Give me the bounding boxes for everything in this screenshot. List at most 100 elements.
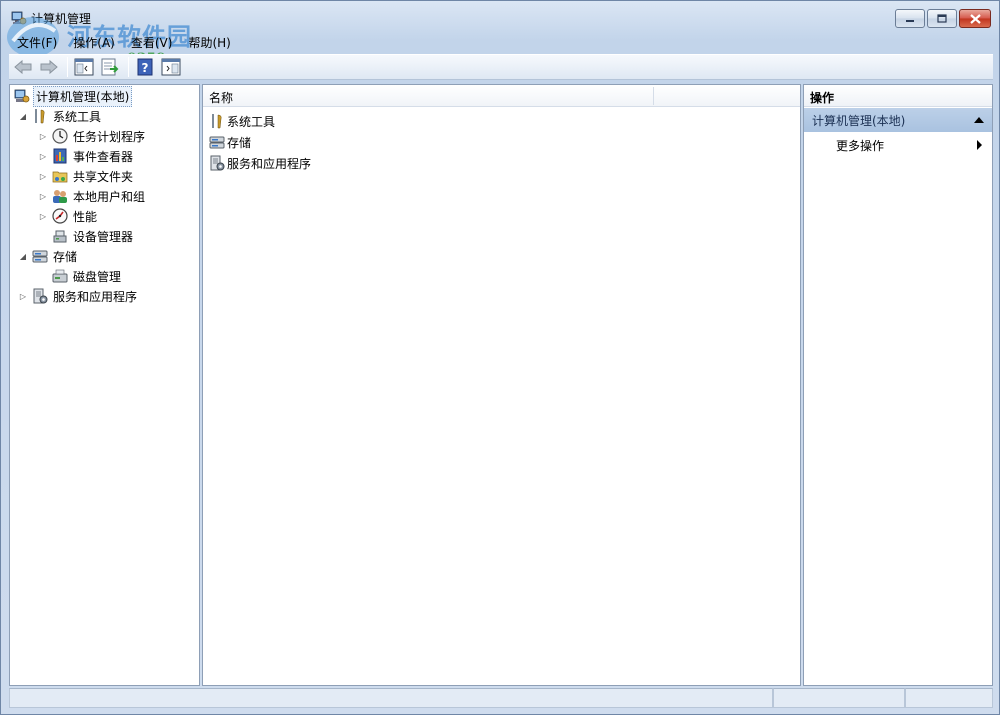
show-hide-console-tree-button[interactable] bbox=[72, 56, 96, 78]
menu-action[interactable]: 操作(A) bbox=[65, 32, 123, 52]
minimize-icon bbox=[906, 19, 914, 22]
list-item-storage[interactable]: 存储 bbox=[209, 132, 251, 152]
more-actions-item[interactable]: 更多操作 bbox=[836, 135, 986, 155]
svg-text:?: ? bbox=[142, 61, 149, 75]
tree-item-label: 共享文件夹 bbox=[73, 169, 134, 184]
services-icon bbox=[32, 288, 48, 304]
computer-management-window: 计算机管理 河东软件园 www.pc0359.cn 文件(F) 操作(A) 查看… bbox=[0, 0, 1000, 715]
actions-pane: 操作 计算机管理(本地) 更多操作 bbox=[803, 84, 993, 686]
window-title: 计算机管理 bbox=[31, 12, 92, 26]
help-button[interactable]: ? bbox=[133, 56, 157, 78]
list-item-system-tools[interactable]: 系统工具 bbox=[209, 111, 275, 131]
performance-icon bbox=[52, 208, 68, 224]
tools-icon bbox=[209, 113, 225, 129]
maximize-button[interactable] bbox=[927, 9, 957, 28]
show-hide-action-pane-icon bbox=[161, 58, 181, 76]
console-tree-pane[interactable]: 计算机管理(本地) ◢ 系统工具 ▷ 任务计划程序 ▷ 事件查看器 ▷ 共享文件… bbox=[9, 84, 200, 686]
list-item-label: 服务和应用程序 bbox=[227, 156, 312, 171]
tools-icon bbox=[32, 108, 48, 124]
collapsed-arrow-icon[interactable]: ▷ bbox=[38, 211, 48, 221]
collapse-up-icon[interactable] bbox=[974, 117, 984, 123]
menu-view[interactable]: 查看(V) bbox=[123, 32, 181, 52]
services-icon bbox=[209, 155, 225, 171]
toolbar-separator bbox=[67, 57, 68, 77]
tree-item-device-manager[interactable]: 设备管理器 bbox=[38, 226, 135, 246]
expanded-arrow-icon[interactable]: ◢ bbox=[18, 111, 28, 121]
more-actions-label: 更多操作 bbox=[836, 139, 885, 153]
close-icon bbox=[969, 13, 981, 24]
tree-item-services-applications[interactable]: ▷ 服务和应用程序 bbox=[18, 286, 139, 306]
computer-management-icon bbox=[11, 10, 27, 26]
forward-button[interactable] bbox=[37, 56, 61, 78]
tree-item-system-tools[interactable]: ◢ 系统工具 bbox=[18, 106, 103, 126]
disk-icon bbox=[52, 268, 68, 284]
back-button[interactable] bbox=[11, 56, 35, 78]
tree-item-label: 本地用户和组 bbox=[73, 189, 146, 204]
status-cell bbox=[9, 688, 773, 708]
storage-icon bbox=[32, 248, 48, 264]
column-header-name[interactable]: 名称 bbox=[209, 89, 233, 106]
help-icon: ? bbox=[137, 58, 153, 76]
collapsed-arrow-icon[interactable]: ▷ bbox=[38, 151, 48, 161]
tree-item-label: 任务计划程序 bbox=[73, 129, 146, 144]
collapsed-arrow-icon[interactable]: ▷ bbox=[38, 171, 48, 181]
collapsed-arrow-icon[interactable]: ▷ bbox=[18, 291, 28, 301]
list-item-label: 存储 bbox=[227, 135, 252, 150]
close-button[interactable] bbox=[959, 9, 991, 28]
submenu-arrow-icon bbox=[977, 140, 982, 150]
tree-item-storage[interactable]: ◢ 存储 bbox=[18, 246, 79, 266]
show-hide-action-pane-button[interactable] bbox=[159, 56, 183, 78]
tree-item-label: 事件查看器 bbox=[73, 149, 134, 164]
users-icon bbox=[52, 188, 68, 204]
toolbar: ? bbox=[9, 54, 993, 80]
storage-icon bbox=[209, 134, 225, 150]
list-item-label: 系统工具 bbox=[227, 114, 276, 129]
tree-item-label: 设备管理器 bbox=[73, 229, 134, 244]
menu-file[interactable]: 文件(F) bbox=[9, 32, 65, 52]
menu-help[interactable]: 帮助(H) bbox=[180, 32, 238, 52]
list-item-services-applications[interactable]: 服务和应用程序 bbox=[209, 153, 311, 173]
status-cell bbox=[773, 688, 905, 708]
tree-item-label: 服务和应用程序 bbox=[53, 289, 138, 304]
maximize-icon bbox=[937, 14, 947, 23]
status-bar bbox=[9, 688, 993, 708]
tree-item-shared-folders[interactable]: ▷ 共享文件夹 bbox=[38, 166, 135, 186]
forward-icon bbox=[40, 59, 58, 75]
tree-item-local-users-groups[interactable]: ▷ 本地用户和组 bbox=[38, 186, 147, 206]
collapsed-arrow-icon[interactable]: ▷ bbox=[38, 191, 48, 201]
column-divider[interactable] bbox=[653, 87, 654, 105]
actions-group-header[interactable]: 计算机管理(本地) bbox=[804, 108, 992, 132]
show-hide-console-tree-icon bbox=[74, 58, 94, 76]
tree-item-label: 磁盘管理 bbox=[73, 269, 122, 284]
device-manager-icon bbox=[52, 228, 68, 244]
collapsed-arrow-icon[interactable]: ▷ bbox=[38, 131, 48, 141]
event-viewer-icon bbox=[52, 148, 68, 164]
toolbar-separator bbox=[128, 57, 129, 77]
tree-item-label: 存储 bbox=[53, 249, 78, 264]
minimize-button[interactable] bbox=[895, 9, 925, 28]
tree-item-label: 系统工具 bbox=[53, 109, 102, 124]
tree-root[interactable]: 计算机管理(本地) bbox=[12, 85, 133, 107]
shared-folder-icon bbox=[52, 168, 68, 184]
status-cell bbox=[905, 688, 993, 708]
expander-placeholder bbox=[38, 231, 48, 241]
tree-item-label: 性能 bbox=[73, 209, 98, 224]
title-bar[interactable]: 计算机管理 bbox=[1, 1, 999, 31]
tree-item-task-scheduler[interactable]: ▷ 任务计划程序 bbox=[38, 126, 147, 146]
expanded-arrow-icon[interactable]: ◢ bbox=[18, 251, 28, 261]
clock-icon bbox=[52, 128, 68, 144]
computer-management-icon bbox=[14, 88, 30, 104]
expander-placeholder bbox=[38, 271, 48, 281]
export-list-icon bbox=[101, 58, 119, 76]
tree-root-label: 计算机管理(本地) bbox=[33, 85, 133, 107]
tree-item-performance[interactable]: ▷ 性能 bbox=[38, 206, 99, 226]
back-icon bbox=[14, 59, 32, 75]
export-list-button[interactable] bbox=[98, 56, 122, 78]
actions-title: 操作 bbox=[804, 85, 992, 107]
list-header: 名称 bbox=[203, 85, 800, 107]
tree-item-event-viewer[interactable]: ▷ 事件查看器 bbox=[38, 146, 135, 166]
menu-bar: 文件(F) 操作(A) 查看(V) 帮助(H) bbox=[9, 32, 993, 52]
actions-group-label: 计算机管理(本地) bbox=[812, 114, 906, 128]
tree-item-disk-management[interactable]: 磁盘管理 bbox=[38, 266, 123, 286]
result-list-pane[interactable]: 名称 系统工具 存储 服务和应用程序 bbox=[202, 84, 801, 686]
